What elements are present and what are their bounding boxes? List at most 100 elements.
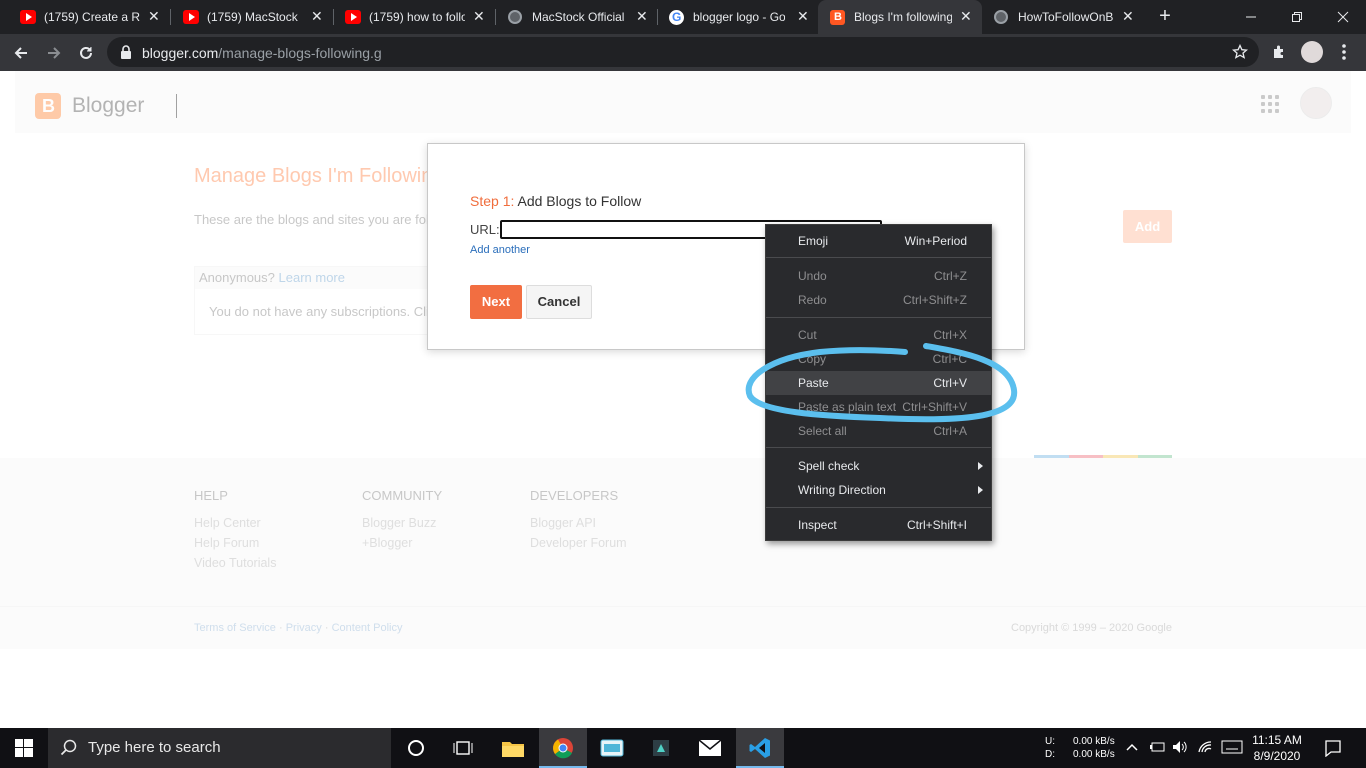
forward-button[interactable] — [41, 40, 67, 66]
menu-item-label: Spell check — [798, 459, 860, 473]
url-text: blogger.com/manage-blogs-following.g — [142, 45, 382, 61]
folder-icon — [502, 742, 524, 757]
menu-item-cut[interactable]: Cut Ctrl+X — [766, 323, 991, 347]
menu-item-select-all[interactable]: Select all Ctrl+A — [766, 419, 991, 443]
battery-icon[interactable] — [1149, 740, 1165, 754]
chrome-taskbar-button[interactable] — [539, 728, 587, 768]
video-editor-icon — [653, 740, 669, 756]
google-icon — [669, 10, 684, 25]
close-icon[interactable]: ✕ — [311, 9, 323, 23]
next-button[interactable]: Next — [470, 285, 522, 319]
menu-item-label: Cut — [798, 328, 817, 342]
extensions-puzzle-icon[interactable] — [1271, 44, 1287, 60]
tab-google-blogger-logo[interactable]: blogger logo - Goo ✕ — [649, 0, 819, 34]
windows-taskbar: Type here to search U: D: 0.00 kB/s 0.00… — [0, 728, 1366, 768]
taskbar-clock[interactable]: 11:15 AM 8/9/2020 — [1247, 732, 1307, 764]
url-domain: blogger.com — [142, 45, 219, 61]
tab-youtube-how-to-follow[interactable]: (1759) how to follo ✕ — [325, 0, 495, 34]
net-down-label: D: — [1045, 749, 1055, 760]
chevron-up-icon[interactable] — [1126, 742, 1138, 752]
tab-youtube-macstock[interactable]: (1759) MacStock T ✕ — [163, 0, 333, 34]
menu-item-label: Emoji — [798, 234, 829, 248]
tab-title: (1759) how to follo — [369, 10, 465, 24]
notification-icon[interactable] — [1324, 739, 1342, 757]
mail-taskbar-button[interactable] — [686, 728, 734, 768]
menu-item-inspect[interactable]: Inspect Ctrl+Shift+I — [766, 513, 991, 537]
menu-item-emoji[interactable]: Emoji Win+Period — [766, 229, 991, 253]
restore-button[interactable] — [1274, 0, 1320, 34]
menu-item-paste[interactable]: Paste Ctrl+V — [766, 371, 991, 395]
app-window-icon — [600, 739, 624, 757]
vscode-icon — [749, 738, 770, 758]
close-icon — [1337, 11, 1349, 23]
volume-icon[interactable] — [1172, 740, 1188, 754]
address-bar[interactable]: blogger.com/manage-blogs-following.g — [107, 37, 1259, 67]
wifi-icon[interactable] — [1197, 740, 1213, 754]
menu-item-writing-direction[interactable]: Writing Direction — [766, 478, 991, 502]
menu-item-shortcut: Win+Period — [904, 234, 967, 248]
search-placeholder: Type here to search — [88, 739, 221, 756]
tab-macstock-official[interactable]: MacStock Official - ✕ — [488, 0, 658, 34]
menu-item-label: Writing Direction — [798, 483, 886, 497]
menu-separator — [766, 447, 991, 448]
back-arrow-icon — [14, 47, 27, 59]
cortana-button[interactable] — [391, 728, 439, 768]
menu-item-copy[interactable]: Copy Ctrl+C — [766, 347, 991, 371]
tab-title: blogger logo - Goo — [693, 10, 785, 24]
menu-separator — [766, 507, 991, 508]
submenu-arrow-icon — [978, 462, 983, 470]
restore-icon — [1292, 12, 1302, 22]
close-icon[interactable]: ✕ — [797, 9, 809, 23]
menu-item-spell-check[interactable]: Spell check — [766, 454, 991, 478]
net-down-speed: 0.00 kB/s — [1073, 749, 1115, 760]
taskbar-search[interactable]: Type here to search — [48, 728, 391, 768]
file-explorer-button[interactable] — [489, 728, 537, 768]
browser-tab-strip: (1759) Create a Re ✕ (1759) MacStock T ✕… — [0, 0, 1366, 34]
menu-item-shortcut: Ctrl+Shift+V — [902, 400, 967, 414]
menu-item-label: Paste — [798, 376, 829, 390]
step-title: Add Blogs to Follow — [517, 193, 642, 209]
close-icon[interactable]: ✕ — [473, 9, 485, 23]
app-taskbar-button[interactable] — [588, 728, 636, 768]
cancel-button[interactable]: Cancel — [526, 285, 592, 319]
tab-title: Blogs I'm following — [854, 10, 952, 24]
blogger-icon — [830, 10, 845, 25]
tab-blogs-following[interactable]: Blogs I'm following ✕ — [818, 0, 982, 34]
menu-item-shortcut: Ctrl+Shift+I — [906, 518, 967, 532]
menu-item-label: Inspect — [798, 518, 837, 532]
close-icon[interactable]: ✕ — [1122, 9, 1134, 23]
keyboard-icon[interactable] — [1221, 740, 1243, 754]
new-tab-button[interactable]: + — [1142, 0, 1188, 34]
filmora-taskbar-button[interactable] — [637, 728, 685, 768]
tab-title: (1759) MacStock T — [207, 10, 299, 24]
net-up-speed: 0.00 kB/s — [1073, 736, 1115, 747]
tab-youtube-create[interactable]: (1759) Create a Re ✕ — [0, 0, 170, 34]
add-another-link[interactable]: Add another — [470, 244, 530, 256]
youtube-icon — [20, 10, 36, 24]
menu-separator — [766, 317, 991, 318]
menu-item-redo[interactable]: Redo Ctrl+Shift+Z — [766, 288, 991, 312]
back-button[interactable] — [8, 40, 34, 66]
task-view-button[interactable] — [439, 728, 487, 768]
close-icon[interactable]: ✕ — [636, 9, 648, 23]
vscode-taskbar-button[interactable] — [736, 728, 784, 768]
close-icon[interactable]: ✕ — [148, 9, 160, 23]
menu-item-shortcut: Ctrl+V — [933, 376, 967, 390]
reload-button[interactable] — [73, 40, 99, 66]
chrome-menu-icon[interactable] — [1342, 43, 1346, 61]
cortana-circle-icon — [408, 740, 424, 756]
context-menu: Emoji Win+Period Undo Ctrl+Z Redo Ctrl+S… — [765, 224, 992, 541]
browser-toolbar: blogger.com/manage-blogs-following.g — [0, 34, 1366, 71]
clock-time: 11:15 AM — [1252, 733, 1302, 747]
tab-title: MacStock Official - — [532, 10, 624, 24]
start-button[interactable] — [0, 728, 48, 768]
profile-avatar[interactable] — [1301, 41, 1323, 63]
dialog-title: Step 1: Add Blogs to Follow — [470, 193, 641, 209]
menu-item-undo[interactable]: Undo Ctrl+Z — [766, 264, 991, 288]
url-label: URL: — [470, 222, 500, 237]
close-icon[interactable]: ✕ — [960, 9, 972, 23]
tab-howtofollowonblogger[interactable]: HowToFollowOnBl ✕ — [974, 0, 1144, 34]
close-window-button[interactable] — [1320, 0, 1366, 34]
menu-item-paste-plain[interactable]: Paste as plain text Ctrl+Shift+V — [766, 395, 991, 419]
minimize-button[interactable] — [1228, 0, 1274, 34]
